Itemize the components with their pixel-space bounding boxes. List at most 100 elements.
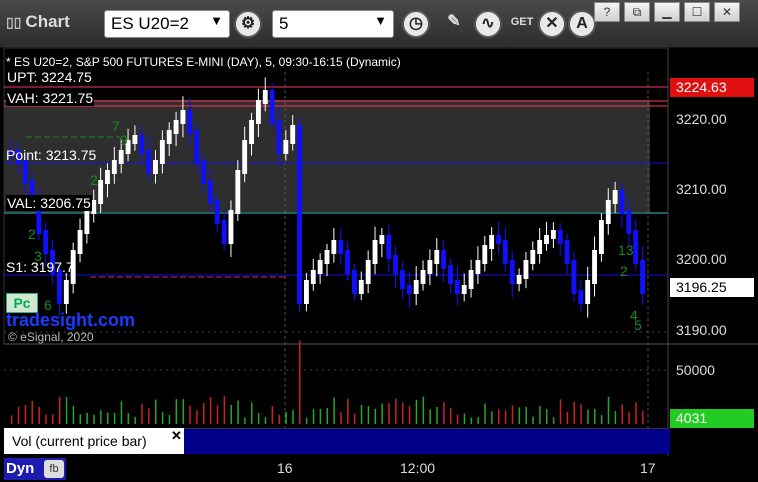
candle-body	[317, 260, 323, 274]
close-icon[interactable]: ✕	[171, 428, 182, 444]
volume-bar	[449, 407, 452, 424]
candle-body	[640, 260, 645, 294]
volume-bar	[614, 410, 617, 424]
count-annotation: 7	[112, 118, 120, 134]
count-annotation: 13	[618, 242, 634, 258]
volume-bar	[621, 404, 623, 424]
count-annotation: 3	[34, 248, 42, 264]
volume-bar	[148, 408, 150, 424]
count-annotation: 9	[120, 132, 128, 148]
volume-bar	[24, 405, 27, 424]
candle-body	[269, 90, 275, 124]
candle-body	[420, 270, 426, 284]
volume-bar	[367, 406, 370, 424]
price-tick: 3190.00	[676, 322, 727, 338]
poc-label: Point: 3213.75	[6, 147, 97, 163]
candle-body	[297, 125, 302, 304]
volume-bar	[477, 417, 479, 424]
candle-body	[43, 230, 49, 254]
candle-body	[537, 240, 543, 254]
candle-body	[393, 255, 399, 274]
volume-bar	[628, 411, 630, 424]
volume-bar	[546, 409, 548, 424]
volume-bar	[196, 410, 198, 424]
volume-bar	[539, 405, 541, 424]
volume-bar	[251, 402, 253, 424]
volume-bar	[237, 400, 239, 424]
volume-bar	[395, 398, 397, 424]
volume-bar	[127, 413, 130, 424]
volume-bar	[456, 414, 459, 424]
candle-body	[249, 120, 254, 144]
count-annotation: 2	[28, 226, 36, 242]
candle-body	[365, 260, 371, 284]
volume-bar	[635, 402, 637, 424]
volume-bar	[518, 407, 521, 424]
candle-body	[578, 290, 584, 304]
volume-bar	[292, 410, 294, 424]
volume-bar	[559, 399, 562, 424]
volume-bar	[106, 412, 109, 424]
volume-bar	[182, 399, 184, 424]
candle-body	[544, 235, 549, 244]
candle-body	[413, 280, 419, 294]
lock-icon[interactable]: fb	[44, 460, 64, 478]
volume-label: Vol (current price bar)	[4, 428, 184, 454]
volume-bar	[175, 399, 178, 424]
candle-body	[118, 150, 124, 164]
watermark: tradesight.com	[6, 310, 136, 330]
volume-bar	[401, 402, 404, 424]
volume-bar	[573, 401, 575, 424]
volume-bar	[58, 396, 61, 424]
volume-bar	[285, 411, 287, 424]
candle-body	[276, 120, 282, 154]
upt-label: UPT: 3224.75	[6, 69, 93, 85]
candle-body	[605, 200, 611, 224]
candle-body	[400, 270, 405, 289]
chart-canvas[interactable]	[0, 0, 758, 482]
volume-bar	[498, 409, 500, 424]
candle-body	[91, 200, 97, 214]
volume-bar	[230, 405, 232, 424]
candle-body	[475, 260, 481, 274]
candle-body	[386, 235, 392, 259]
candle-body	[523, 260, 529, 279]
volume-bar	[65, 396, 68, 424]
price-tick: 3220.00	[676, 111, 727, 127]
candle-body	[139, 135, 145, 154]
last-price-tag: 3196.25	[670, 278, 754, 297]
time-tick: 16	[277, 460, 293, 476]
candle-body	[502, 240, 508, 264]
candle-body	[468, 270, 474, 289]
volume-bar	[38, 407, 40, 424]
candle-body	[557, 230, 563, 244]
candle-body	[489, 235, 495, 249]
volume-bar	[86, 412, 88, 424]
candle-body	[57, 270, 62, 304]
candle-body	[338, 240, 344, 254]
candle-body	[214, 200, 220, 224]
candle-body	[406, 285, 412, 294]
volume-bar	[408, 406, 411, 424]
candle-body	[331, 240, 337, 254]
candle-body	[105, 170, 110, 184]
candle-body	[516, 275, 522, 284]
volume-bar	[422, 396, 425, 424]
volume-bar	[72, 405, 75, 424]
candle-body	[550, 230, 556, 239]
volume-bar	[353, 413, 356, 424]
candle-body	[496, 235, 501, 244]
candle-body	[372, 240, 378, 264]
volume-bar	[374, 408, 377, 424]
volume-bar	[594, 408, 596, 424]
volume-bar	[100, 410, 102, 424]
candle-body	[84, 210, 90, 234]
candle-body	[509, 260, 515, 284]
volume-bar	[244, 417, 246, 424]
candle-body	[427, 260, 433, 274]
volume-bar	[525, 406, 527, 424]
volume-bar	[223, 396, 226, 424]
candle-body	[303, 280, 309, 304]
volume-bar	[79, 414, 82, 424]
candle-body	[283, 140, 289, 154]
